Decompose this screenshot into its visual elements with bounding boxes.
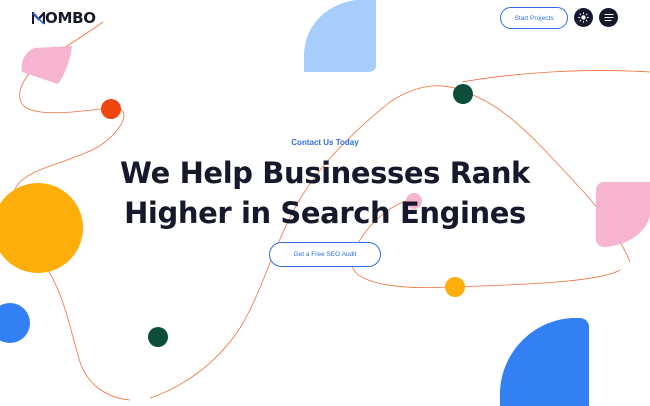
headline-line-2: Higher in Search Engines [124, 196, 526, 230]
logo-mark-icon [32, 11, 45, 25]
decorative-curve [461, 70, 650, 83]
blue-circle [0, 303, 30, 343]
headline-line-1: We Help Businesses Rank [120, 156, 530, 190]
theme-toggle-button[interactable] [574, 8, 593, 27]
logo-text: OMBO [45, 9, 96, 27]
yellow-dot [445, 277, 465, 297]
red-dot [101, 99, 121, 119]
hamburger-icon [603, 13, 614, 22]
start-projects-button[interactable]: Start Projects [500, 7, 568, 29]
light-blue-shape [304, 0, 376, 72]
contact-us-link[interactable]: Contact Us Today [0, 138, 650, 147]
pink-shape [21, 46, 72, 84]
green-dot [453, 84, 473, 104]
green-dot [148, 327, 168, 347]
start-projects-label: Start Projects [514, 14, 554, 22]
blue-shape [500, 318, 589, 406]
menu-button[interactable] [599, 8, 618, 27]
sun-icon [578, 12, 589, 23]
hero-headline: We Help Businesses Rank Higher in Search… [0, 153, 650, 233]
logo[interactable]: OMBO [32, 9, 96, 27]
free-seo-audit-label: Get a Free SEO Audit [293, 251, 357, 258]
free-seo-audit-button[interactable]: Get a Free SEO Audit [269, 242, 381, 267]
